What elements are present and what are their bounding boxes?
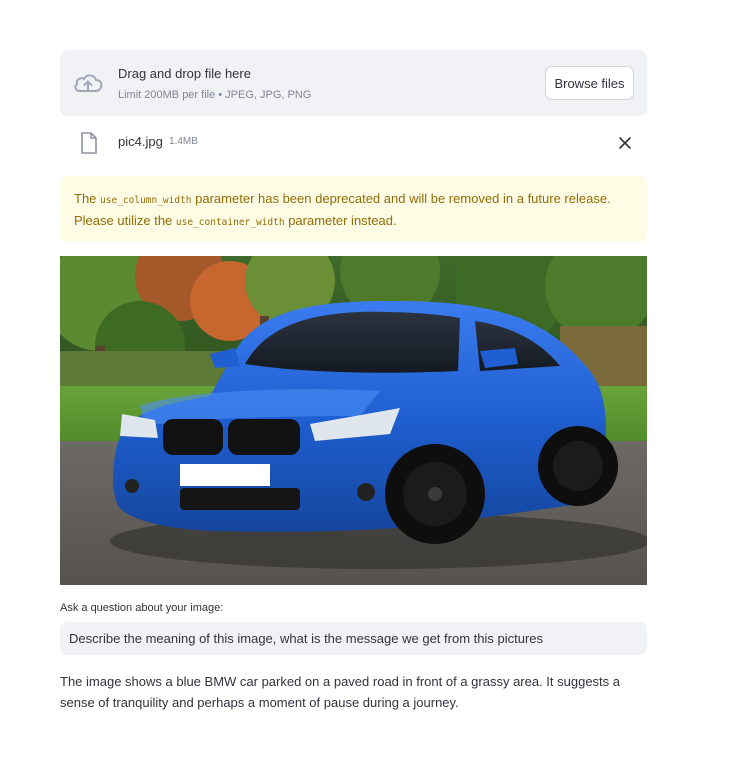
uploaded-file-size: 1.4MB (169, 136, 198, 147)
warning-text-1: The (74, 191, 101, 206)
model-answer: The image shows a blue BMW car parked on… (60, 674, 621, 710)
uploaded-car-image (60, 256, 647, 585)
cloud-upload-icon (74, 74, 103, 92)
dropzone-title: Drag and drop file here (118, 66, 251, 81)
deprecation-warning: The use_column_width parameter has been … (60, 176, 647, 242)
warning-code-1: use_column_width (100, 195, 192, 206)
warning-code-2: use_container_width (175, 217, 285, 228)
file-icon (81, 132, 97, 154)
question-input[interactable] (60, 622, 647, 655)
dropzone-limits: Limit 200MB per file • JPEG, JPG, PNG (118, 89, 312, 101)
question-label: Ask a question about your image: (60, 602, 224, 614)
browse-files-button[interactable]: Browse files (545, 66, 634, 100)
close-icon (619, 137, 631, 149)
app-page: Drag and drop file here Limit 200MB per … (0, 0, 731, 758)
uploaded-file-name: pic4.jpg (118, 134, 163, 149)
warning-text-3: parameter instead. (284, 213, 397, 228)
remove-file-button[interactable] (615, 133, 635, 153)
